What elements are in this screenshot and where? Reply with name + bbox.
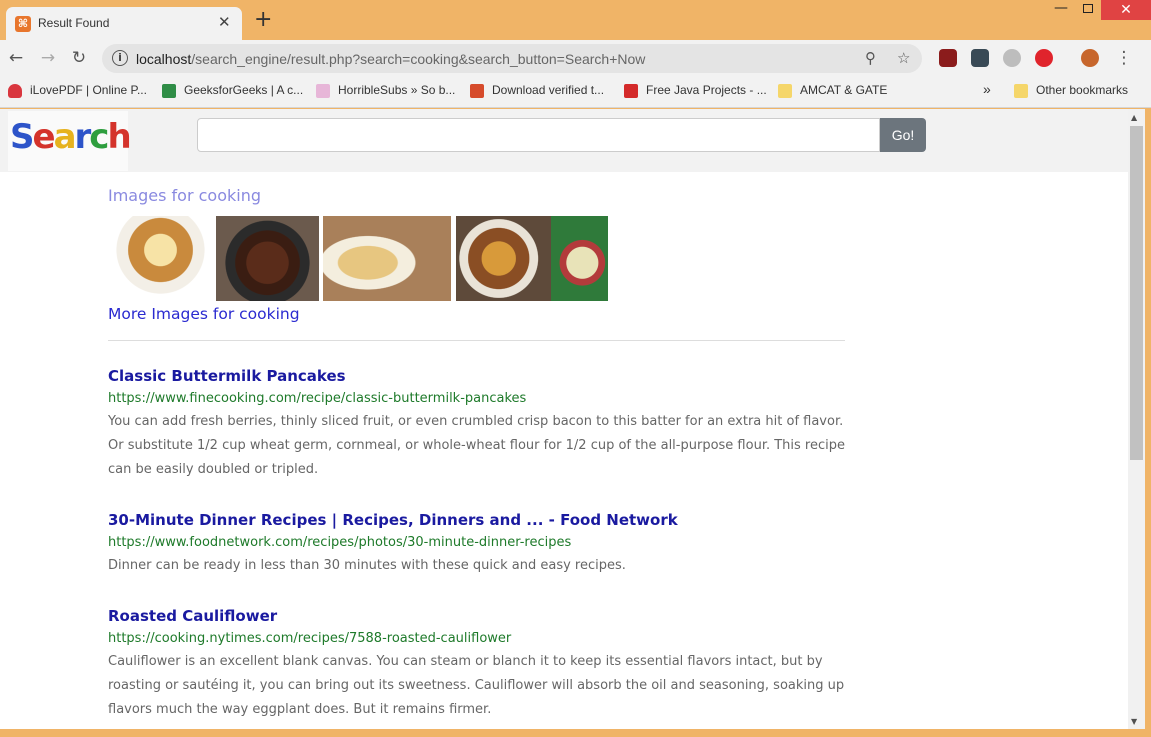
x-icon [470,83,484,98]
logo-letter: S [10,117,34,157]
logo-letter: e [32,117,56,157]
url-host: localhost [136,51,192,67]
logo-letter: r [74,117,92,157]
bookmark-item[interactable]: iLovePDF | Online P... [8,83,147,98]
bookmark-label: AMCAT & GATE [800,83,888,97]
logo-letter: a [53,117,77,157]
search-input[interactable] [197,118,880,152]
bookmark-item[interactable]: Download verified t... [470,83,604,98]
bookmark-label: HorribleSubs » So b... [338,83,456,97]
vertical-scrollbar[interactable]: ▲ ▼ [1128,109,1145,729]
result-title-link[interactable]: Roasted Cauliflower [108,607,848,625]
reload-icon[interactable]: ↻ [67,46,91,70]
other-bookmarks-folder[interactable]: Other bookmarks [1014,83,1128,98]
search-result: Roasted Cauliflower https://cooking.nyti… [108,607,848,722]
scroll-down-arrow-icon[interactable]: ▼ [1131,717,1137,726]
minimize-button[interactable]: — [1046,0,1076,20]
result-url[interactable]: https://cooking.nytimes.com/recipes/7588… [108,631,848,646]
bookmark-item[interactable]: Free Java Projects - ... [624,83,767,98]
menu-dots-icon[interactable]: ⋮ [1112,46,1136,70]
go-button[interactable]: Go! [880,118,926,152]
window-frame [0,729,1151,737]
adblock-extension-icon[interactable] [1035,49,1053,67]
soup-pot-image[interactable] [551,216,608,301]
bookmark-label: Free Java Projects - ... [646,83,767,97]
folder-icon [1014,83,1028,98]
bookmark-item[interactable]: GeeksforGeeks | A c... [162,83,303,98]
new-tab-button[interactable]: + [254,9,272,31]
more-images-link[interactable]: More Images for cooking [108,305,300,323]
back-arrow-icon[interactable]: ← [4,46,28,70]
divider [108,340,845,341]
maximize-button[interactable] [1076,0,1100,20]
logo-text: Search [10,117,132,157]
url-text[interactable]: localhost/search_engine/result.php?searc… [136,51,645,67]
result-description: Dinner can be ready in less than 30 minu… [108,558,626,573]
bookmark-star-icon[interactable]: ☆ [897,49,910,67]
address-bar[interactable]: i localhost/search_engine/result.php?sea… [102,44,922,73]
other-bookmarks-label: Other bookmarks [1036,83,1129,97]
bookmark-folder[interactable]: AMCAT & GATE [778,83,887,98]
search-header: Search Go! [0,109,1128,172]
bookmarks-bar: iLovePDF | Online P... GeeksforGeeks | A… [0,77,1151,108]
search-result: 30-Minute Dinner Recipes | Recipes, Dinn… [108,511,848,578]
tab-title: Result Found [38,16,110,30]
scrollbar-thumb[interactable] [1130,126,1143,460]
scroll-up-arrow-icon[interactable]: ▲ [1131,113,1137,122]
result-description: Cauliflower is an excellent blank canvas… [108,654,845,717]
cat-icon [316,83,330,98]
bookmarks-overflow-chevron-icon[interactable]: » [983,81,991,97]
bookmark-label: Download verified t... [492,83,605,97]
globe-extension-icon[interactable] [1003,49,1021,67]
logo-letter: h [107,117,131,157]
xampp-favicon-icon: ⌘ [15,16,31,32]
result-url[interactable]: https://www.finecooking.com/recipe/class… [108,391,848,406]
zoom-icon[interactable]: ⚲ [865,49,876,67]
close-window-button[interactable]: ✕ [1101,0,1151,20]
maximize-icon [1083,4,1093,13]
ublock-extension-icon[interactable] [939,49,957,67]
images-heading: Images for cooking [108,186,261,205]
gfg-icon [162,83,176,98]
result-title-link[interactable]: 30-Minute Dinner Recipes | Recipes, Dinn… [108,511,848,529]
bookmark-label: iLovePDF | Online P... [30,83,147,97]
extension-icon[interactable] [971,49,989,67]
search-logo[interactable]: Search [8,111,132,171]
result-title-link[interactable]: Classic Buttermilk Pancakes [108,367,848,385]
result-url[interactable]: https://www.foodnetwork.com/recipes/phot… [108,535,848,550]
folder-icon [778,83,792,98]
forward-arrow-icon[interactable]: → [36,46,60,70]
profile-avatar[interactable] [1081,49,1099,67]
page-viewport: Search Go! Images for cooking More Image… [0,109,1128,729]
browser-tab[interactable]: ⌘ Result Found ✕ [6,7,242,40]
search-result: Classic Buttermilk Pancakes https://www.… [108,367,848,482]
roast-chicken-image[interactable] [456,216,551,301]
logo-letter: c [89,117,109,157]
braised-chicken-image[interactable] [216,216,319,301]
result-description: You can add fresh berries, thinly sliced… [108,414,845,477]
pancakes-image[interactable] [109,216,212,301]
url-path: /search_engine/result.php?search=cooking… [191,51,646,67]
browser-toolbar: ← → ↻ i localhost/search_engine/result.p… [0,40,1151,77]
pasta-dish-image[interactable] [323,216,451,301]
heart-icon [8,83,22,98]
bookmark-item[interactable]: HorribleSubs » So b... [316,83,455,98]
window-frame [1145,109,1151,729]
tab-close-icon[interactable]: ✕ [218,13,231,31]
info-icon[interactable]: i [112,50,128,66]
v-icon [624,83,638,98]
window-titlebar: ⌘ Result Found ✕ + — ✕ [0,0,1151,40]
bookmark-label: GeeksforGeeks | A c... [184,83,304,97]
